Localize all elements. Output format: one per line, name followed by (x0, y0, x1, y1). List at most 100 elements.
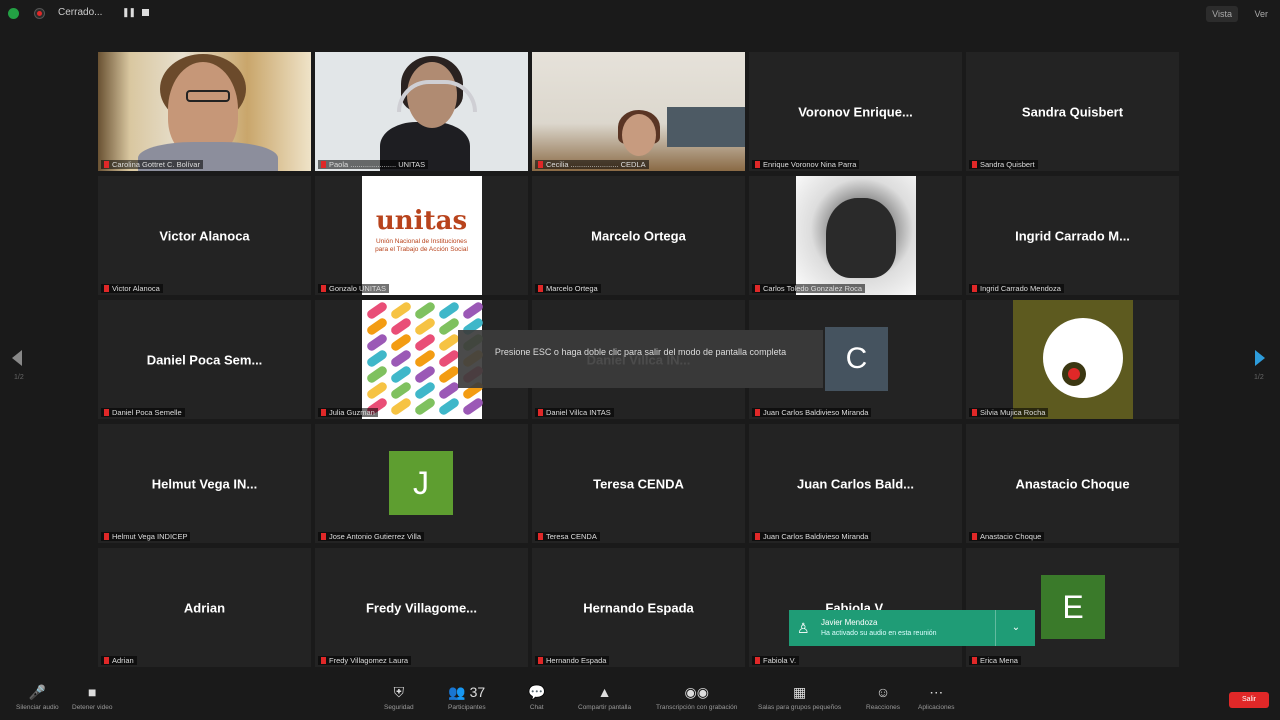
participant-name-label: Anastacio Choque (969, 532, 1045, 541)
participant-avatar-e: E (1041, 575, 1105, 639)
toolbar-label: Participantes (448, 704, 486, 711)
participant-tile[interactable]: Adrian Adrian (98, 548, 311, 667)
toolbar-label: Compartir pantalla (578, 704, 632, 711)
stop-recording-icon[interactable] (142, 9, 149, 16)
reactions-button[interactable]: ☺ Reacciones (866, 684, 900, 711)
participant-tile[interactable]: Juan Carlos Bald... Juan Carlos Baldivies… (749, 424, 962, 543)
participant-tile[interactable]: Helmut Vega IN... Helmut Vega INDICEP (98, 424, 311, 543)
notification-title: Javier Mendoza (821, 618, 878, 627)
record-icon: ◉◉ (684, 684, 709, 700)
participant-tile[interactable]: Fabiola V. Fabiola V. (749, 548, 962, 667)
audio-notification[interactable]: ♙ Javier Mendoza Ha activado su audio en… (789, 610, 1035, 646)
apps-icon: ⋯ (929, 684, 944, 700)
encryption-shield-icon[interactable] (8, 8, 19, 19)
view-button[interactable]: Vista (1206, 6, 1238, 22)
reactions-icon: ☺ (875, 684, 891, 700)
next-page-arrow-icon[interactable] (1255, 350, 1265, 366)
previous-page-arrow-icon[interactable] (12, 350, 22, 366)
participant-tile[interactable]: Cecilia ....................... CEDLA (532, 52, 745, 171)
participant-name-label: Erica Mena (969, 656, 1021, 665)
participant-tile[interactable]: Silvia Mujica Rocha (966, 300, 1179, 419)
participant-name-label: Daniel Poca Semelle (101, 408, 185, 417)
next-page-number: 1/2 (1254, 374, 1264, 381)
participant-name-label: Jose Antonio Gutierrez Villa (318, 532, 424, 541)
participant-name-label: Helmut Vega INDICEP (101, 532, 191, 541)
toolbar-label: Silenciar audio (16, 704, 59, 711)
participants-button[interactable]: 👥 37 Participantes (448, 684, 486, 711)
notification-dropdown-button[interactable]: ⌄ (995, 610, 1036, 646)
participant-tile[interactable]: Hernando Espada Hernando Espada (532, 548, 745, 667)
participant-display-name: Hernando Espada (583, 600, 694, 615)
participant-name-label: Adrian (101, 656, 137, 665)
participant-tile[interactable]: Fredy Villagome... Fredy Villagomez Laura (315, 548, 528, 667)
participant-name-label: Victor Alanoca (101, 284, 163, 293)
participant-name-label: Marcelo Ortega (535, 284, 601, 293)
breakout-button[interactable]: ▦ Salas para grupos pequeños (758, 684, 841, 711)
participant-display-name: Sandra Quisbert (1021, 104, 1124, 119)
participant-display-name: Adrian (183, 600, 226, 615)
participant-name-label: Julia Guzman (318, 408, 378, 417)
participant-name-label: Juan Carlos Baldivieso Miranda (752, 532, 872, 541)
toolbar-label: Aplicaciones (918, 704, 955, 711)
breakout-icon: ▦ (792, 684, 807, 700)
participant-video (98, 52, 311, 171)
participant-tile[interactable]: Daniel Poca Sem... Daniel Poca Semelle (98, 300, 311, 419)
participant-name-label: Gonzalo UNITAS (318, 284, 389, 293)
participant-tile[interactable]: Paola ...................... UNITAS (315, 52, 528, 171)
participant-name-label: Daniel Villca INTAS (535, 408, 614, 417)
participant-name-label: Enrique Voronov Nina Parra (752, 160, 860, 169)
participant-tile[interactable]: Teresa CENDA Teresa CENDA (532, 424, 745, 543)
mute-icon: 🎤 (28, 684, 47, 700)
participant-tile[interactable]: Sandra Quisbert Sandra Quisbert (966, 52, 1179, 171)
participant-tile[interactable]: Voronov Enrique... Enrique Voronov Nina P… (749, 52, 962, 171)
meeting-toolbar: 🎤 Silenciar audio ■ Detener video ⛨ Seguridad… (0, 680, 1280, 720)
participant-display-name: Ingrid Carrado M... (1015, 228, 1130, 243)
participant-name-label: Fredy Villagomez Laura (318, 656, 412, 665)
security-button[interactable]: ⛨ Seguridad (384, 684, 414, 711)
share-icon: ▲ (597, 684, 612, 700)
share-button[interactable]: ▲ Compartir pantalla (578, 684, 631, 711)
participant-tile[interactable]: Victor Alanoca Victor Alanoca (98, 176, 311, 295)
participant-name-label: Paola ...................... UNITAS (318, 160, 429, 169)
record-button[interactable]: ◉◉ Transcripción con grabación (656, 684, 737, 711)
participant-profile-picture: unitas Unión Nacional de Instituciones par… (361, 176, 482, 295)
video-icon: ■ (88, 684, 97, 700)
previous-page-number: 1/2 (14, 374, 24, 381)
participant-tile[interactable]: Marcelo Ortega Marcelo Ortega (532, 176, 745, 295)
participant-profile-picture (795, 176, 916, 295)
participant-display-name: Helmut Vega IN... (151, 476, 258, 491)
participant-tile[interactable]: Anastacio Choque Anastacio Choque (966, 424, 1179, 543)
participant-avatar-c: C (825, 327, 888, 391)
recording-icon[interactable] (34, 8, 45, 19)
participant-name-label: Fabiola V. (752, 656, 800, 665)
participant-video (315, 52, 528, 171)
participant-display-name: Marcelo Ortega (591, 228, 686, 243)
participant-tile[interactable]: Carolina Gottret C. Bolívar (98, 52, 311, 171)
grid-view-button[interactable]: Ver (1248, 6, 1274, 22)
person-icon: ♙ (797, 620, 810, 636)
participant-name-label: Juan Carlos Baldivieso Miranda (752, 408, 872, 417)
notification-subtitle: Ha activado su audio en esta reunión (821, 630, 937, 637)
pause-recording-icon[interactable]: ❚❚ (122, 7, 136, 18)
participant-tile[interactable]: unitas Unión Nacional de Instituciones par… (315, 176, 528, 295)
participants-icon: 👥 37 (448, 684, 486, 700)
participant-display-name: Voronov Enrique... (798, 104, 913, 119)
participant-avatar-letter: J (389, 451, 453, 515)
participant-name-label: Carolina Gottret C. Bolívar (101, 160, 203, 169)
apps-button[interactable]: ⋯ Aplicaciones (918, 684, 955, 711)
toolbar-label: Transcripción con grabación (656, 704, 738, 711)
participant-display-name: Juan Carlos Bald... (796, 476, 915, 491)
participant-display-name: Daniel Poca Sem... (146, 352, 263, 367)
participant-tile[interactable]: Carlos Toledo Gonzalez Roca (749, 176, 962, 295)
participant-display-name: Victor Alanoca (159, 228, 250, 243)
mute-button[interactable]: 🎤 Silenciar audio (16, 684, 59, 711)
meeting-title: Cerrado... (58, 7, 103, 18)
participant-tile[interactable]: Ingrid Carrado M... Ingrid Carrado Mendoz… (966, 176, 1179, 295)
chat-button[interactable]: 💬 Chat (528, 684, 545, 711)
video-button[interactable]: ■ Detener video (72, 684, 112, 711)
participant-tile[interactable]: J Jose Antonio Gutierrez Villa (315, 424, 528, 543)
leave-meeting-button[interactable]: Salir (1229, 692, 1269, 708)
participant-name-label: Sandra Quisbert (969, 160, 1038, 169)
participant-profile-picture (1012, 300, 1133, 419)
participant-name-label: Silvia Mujica Rocha (969, 408, 1049, 417)
